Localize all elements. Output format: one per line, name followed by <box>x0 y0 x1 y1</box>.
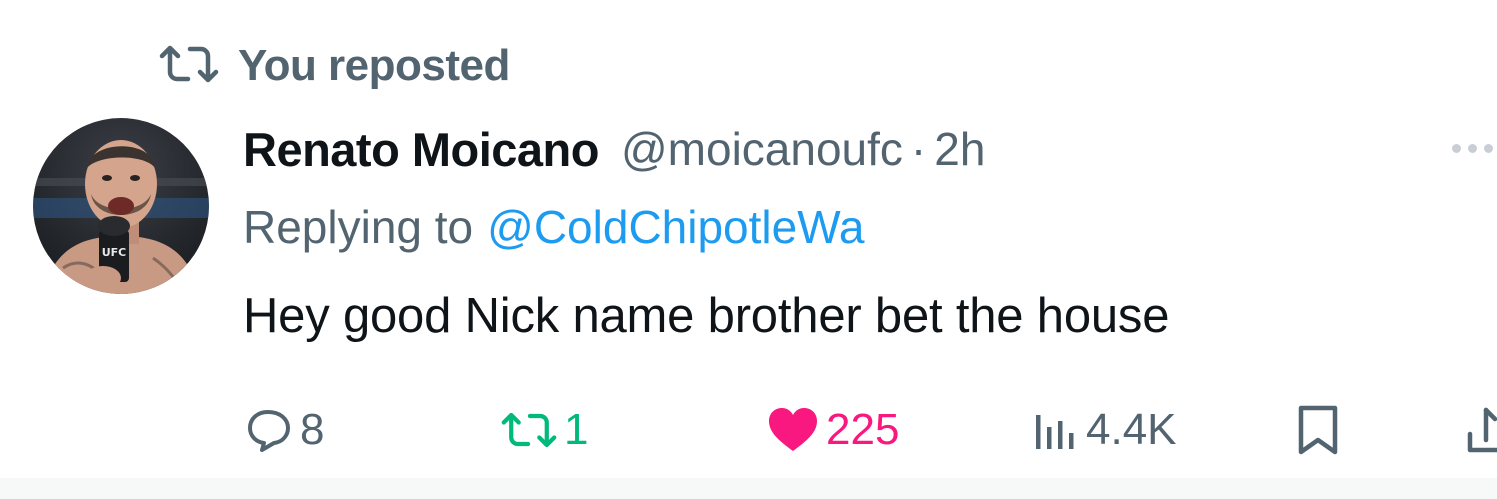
heart-icon <box>766 405 820 455</box>
like-button[interactable]: 225 <box>766 398 899 462</box>
divider <box>0 478 1497 499</box>
reply-prefix: Replying to <box>243 201 474 253</box>
repost-count: 1 <box>564 405 589 454</box>
tweet[interactable]: You reposted UFC Renato Moicano @moicano… <box>0 0 1497 499</box>
repost-label: You reposted <box>238 41 510 90</box>
author-name[interactable]: Renato Moicano <box>243 122 599 177</box>
bookmark-icon <box>1295 404 1341 456</box>
timestamp[interactable]: 2h <box>934 122 985 176</box>
reply-mention-link[interactable]: @ColdChipotleWa <box>487 200 864 254</box>
share-icon <box>1466 404 1497 456</box>
bookmark-button[interactable] <box>1295 398 1341 462</box>
avatar[interactable]: UFC <box>33 118 209 294</box>
tweet-header: Renato Moicano @moicanoufc · 2h <box>243 114 985 184</box>
reply-context: Replying to @ColdChipotleWa <box>243 192 865 262</box>
more-options-button[interactable] <box>1452 130 1497 166</box>
views-count: 4.4K <box>1086 405 1177 454</box>
more-dot <box>1484 143 1493 153</box>
tweet-text: Hey good Nick name brother bet the house <box>243 289 1170 343</box>
repost-icon <box>158 44 220 89</box>
reply-count: 8 <box>300 405 325 454</box>
reply-icon <box>244 405 294 455</box>
more-dot <box>1452 143 1461 153</box>
analytics-icon <box>1030 405 1080 455</box>
share-button[interactable] <box>1466 398 1497 462</box>
separator: · <box>910 123 927 175</box>
more-dot <box>1468 143 1477 153</box>
repost-icon <box>500 408 558 452</box>
like-count: 225 <box>826 405 900 454</box>
author-handle[interactable]: @moicanoufc <box>621 122 903 176</box>
repost-banner: You reposted <box>158 36 510 96</box>
views-button[interactable]: 4.4K <box>1030 398 1177 462</box>
reply-button[interactable]: 8 <box>244 398 324 462</box>
repost-button[interactable]: 1 <box>500 398 588 462</box>
ufc-logo: UFC <box>102 246 127 259</box>
